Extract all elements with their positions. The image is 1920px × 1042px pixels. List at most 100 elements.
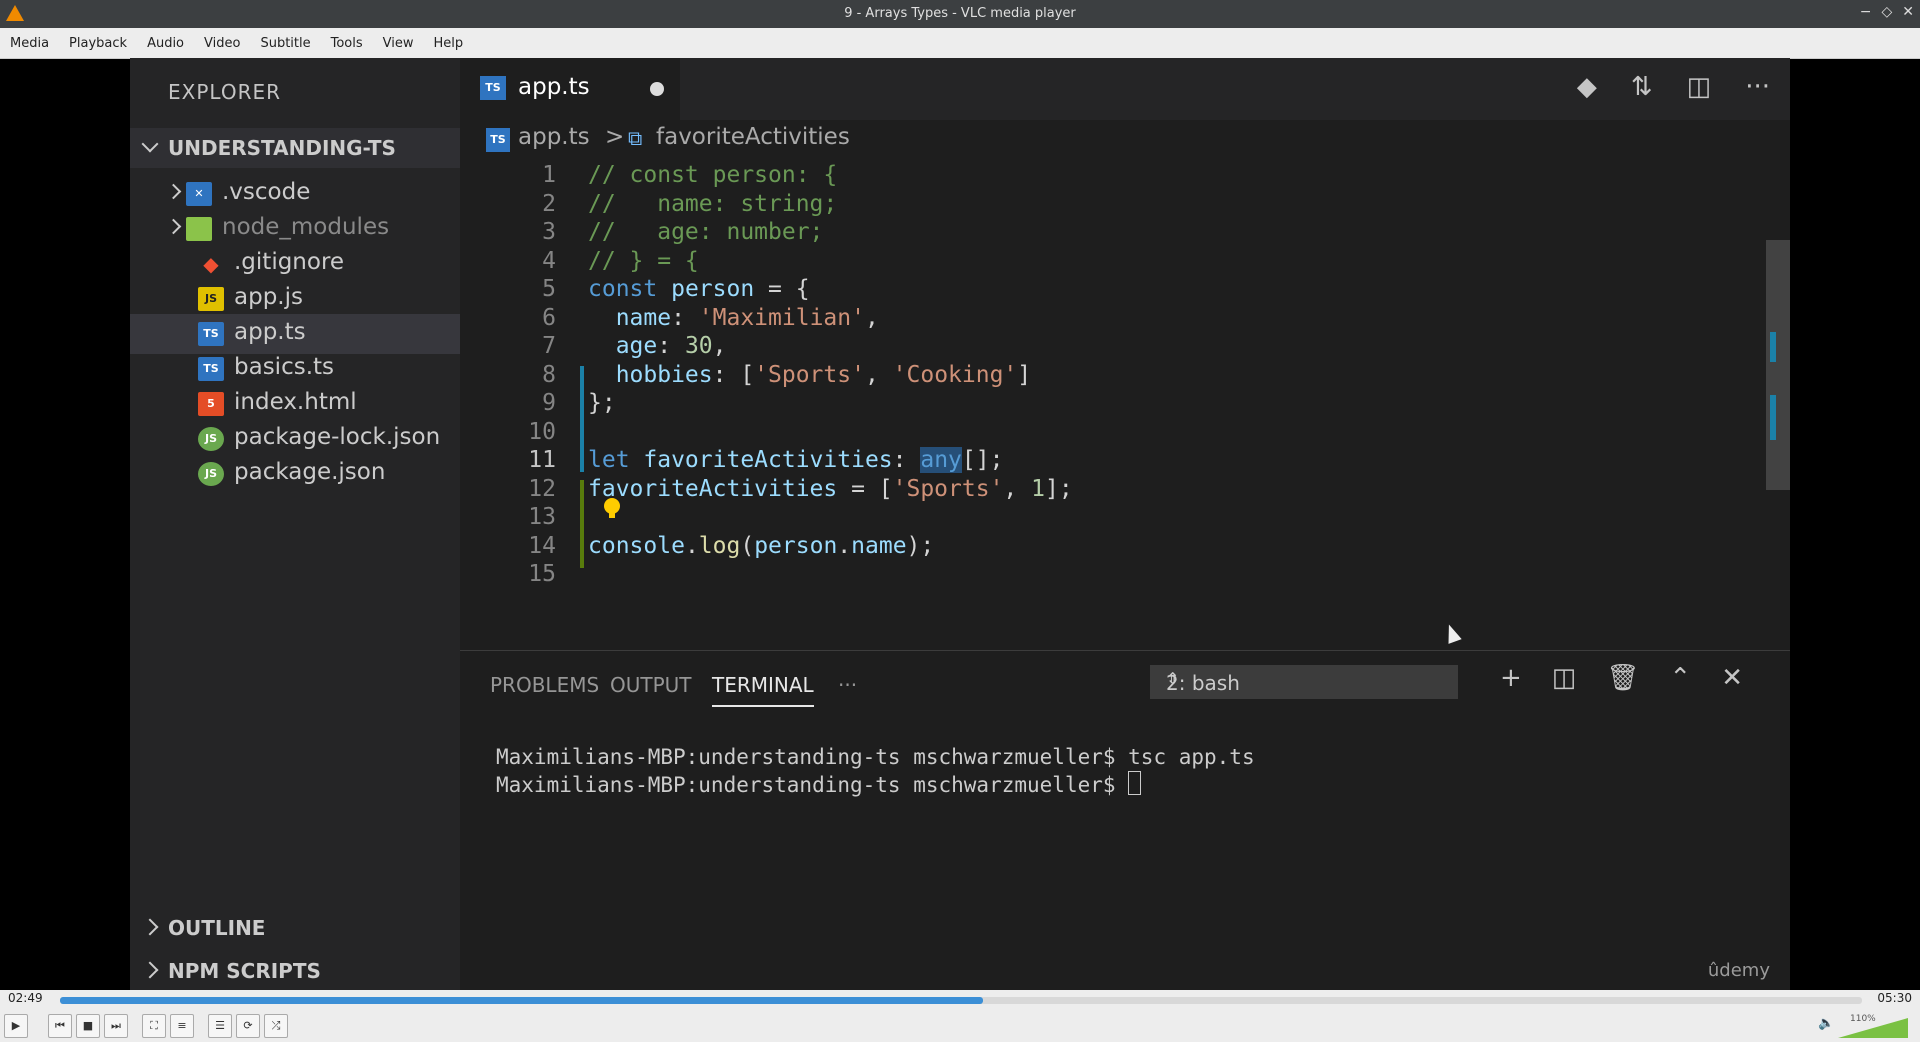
code-line: // age: number;	[588, 219, 823, 245]
code-token: name	[851, 532, 907, 559]
code-token: favoriteActivities	[643, 447, 893, 473]
code-token: : [	[712, 361, 755, 388]
next-button[interactable]: ⏭	[104, 1014, 128, 1038]
playlist-button[interactable]: ☰	[208, 1014, 232, 1038]
menu-help[interactable]: Help	[424, 36, 474, 51]
minimize-button[interactable]: −	[1860, 4, 1872, 20]
line-number: 14	[528, 532, 556, 559]
code-token: age	[588, 333, 658, 359]
fullscreen-button[interactable]: ⛶	[142, 1014, 166, 1038]
menu-media[interactable]: Media	[0, 36, 59, 51]
file-item-gitignore: ◆ .gitignore	[130, 244, 460, 284]
file-item-node-modules: node_modules	[130, 209, 460, 249]
extended-settings-button[interactable]: ≡	[170, 1014, 194, 1038]
tab-problems: PROBLEMS	[490, 673, 600, 697]
loop-button[interactable]: ⟳	[236, 1014, 260, 1038]
file-name: app.js	[234, 284, 303, 310]
breadcrumb-separator: >	[605, 124, 625, 150]
unsaved-dot-icon	[650, 82, 664, 96]
file-item-index-html: 5 index.html	[130, 384, 460, 424]
outline-section: OUTLINE	[130, 908, 460, 948]
code-line: // name: string;	[588, 191, 837, 217]
added-lines-marker	[580, 480, 584, 568]
line-number: 11	[528, 447, 556, 473]
shuffle-button[interactable]: ⤮	[264, 1014, 288, 1038]
volume-percent: 110%	[1850, 1014, 1876, 1024]
file-item-app-js: JS app.js	[130, 279, 460, 319]
git-icon: ◆	[203, 252, 219, 276]
code-line: favoriteActivities = ['Sports', 1];	[588, 476, 1073, 502]
line-number: 13	[528, 504, 556, 530]
menu-tools[interactable]: Tools	[321, 36, 373, 51]
code-token: // name: string;	[588, 190, 838, 217]
code-token: 'Sports'	[754, 361, 865, 388]
code-line: name: 'Maximilian',	[588, 305, 879, 331]
volume-slider[interactable]: 110%	[1838, 1014, 1908, 1038]
code-token: = {	[754, 276, 810, 302]
maximize-button[interactable]: ◇	[1881, 4, 1892, 20]
seek-bar[interactable]	[60, 997, 1862, 1004]
tab-label: app.ts	[518, 74, 590, 100]
mouse-pointer-icon	[1442, 622, 1462, 644]
explorer-sidebar: EXPLORER UNDERSTANDING-TS ✕ .vscode node…	[130, 58, 460, 990]
editor-scrollbar[interactable]	[1766, 240, 1790, 490]
menu-video[interactable]: Video	[194, 36, 250, 51]
ts-icon: TS	[480, 76, 506, 100]
project-root: UNDERSTANDING-TS	[130, 128, 460, 168]
code-token: :	[892, 447, 921, 473]
code-line: // const person: {	[588, 162, 837, 188]
folder-vscode-icon: ✕	[186, 182, 212, 206]
menu-playback[interactable]: Playback	[59, 36, 137, 51]
file-item-package-lock-json: JS package-lock.json	[130, 419, 460, 459]
code-line: age: 30,	[588, 333, 727, 359]
breadcrumb-file: app.ts	[518, 124, 590, 150]
editor-tab-bar: TS app.ts ◆ ⇅ ◫ ···	[460, 58, 1790, 120]
code-token: [];	[961, 447, 1004, 473]
speaker-icon[interactable]: 🔈	[1818, 1016, 1834, 1031]
file-name: .vscode	[222, 179, 311, 205]
code-token: ,	[1003, 475, 1032, 502]
ts-icon: TS	[198, 322, 224, 346]
menu-view[interactable]: View	[373, 36, 424, 51]
folder-node-icon	[186, 217, 212, 241]
file-item-package-json: JS package.json	[130, 454, 460, 494]
code-token: 'Cooking'	[892, 361, 1018, 388]
split-terminal-icon: ◫	[1551, 663, 1577, 693]
code-token: :	[671, 304, 699, 331]
explorer-title: EXPLORER	[168, 80, 281, 104]
code-token: console	[588, 532, 685, 559]
file-name: .gitignore	[234, 249, 345, 275]
seek-progress	[60, 997, 983, 1004]
video-frame[interactable]: EXPLORER UNDERSTANDING-TS ✕ .vscode node…	[130, 58, 1790, 990]
plus-icon: +	[1500, 663, 1522, 693]
tab-output: OUTPUT	[610, 673, 692, 697]
file-name: basics.ts	[234, 354, 335, 380]
code-token: ,	[712, 333, 727, 359]
menu-audio[interactable]: Audio	[137, 36, 194, 51]
stop-button[interactable]: ■	[76, 1014, 100, 1038]
play-button[interactable]: ▶	[4, 1014, 28, 1038]
code-token: ];	[1044, 475, 1073, 502]
code-token: name	[588, 304, 672, 331]
code-token: 30	[684, 333, 713, 359]
line-number: 5	[542, 276, 556, 302]
code-token: any	[920, 447, 962, 473]
file-name: app.ts	[234, 319, 306, 345]
close-button[interactable]: ✕	[1902, 4, 1914, 20]
more-actions-icon: ···	[1745, 72, 1770, 102]
code-token: 1	[1031, 475, 1045, 502]
code-line: let favoriteActivities: any[];	[588, 447, 1003, 473]
code-line: console.log(person.name);	[588, 533, 934, 559]
code-token: const	[588, 276, 672, 302]
close-panel-icon: ✕	[1721, 663, 1743, 693]
code-token: person	[671, 276, 755, 302]
line-number: 8	[542, 361, 556, 388]
code-token: person	[754, 532, 838, 559]
open-changes-icon: ⇅	[1630, 72, 1653, 102]
menu-subtitle[interactable]: Subtitle	[250, 36, 320, 51]
previous-button[interactable]: ⏮	[48, 1014, 72, 1038]
chevron-right-icon	[165, 183, 182, 200]
chevron-right-icon	[165, 218, 182, 235]
menu-bar: Media Playback Audio Video Subtitle Tool…	[0, 28, 1920, 59]
trash-icon: 🗑	[1606, 663, 1640, 693]
